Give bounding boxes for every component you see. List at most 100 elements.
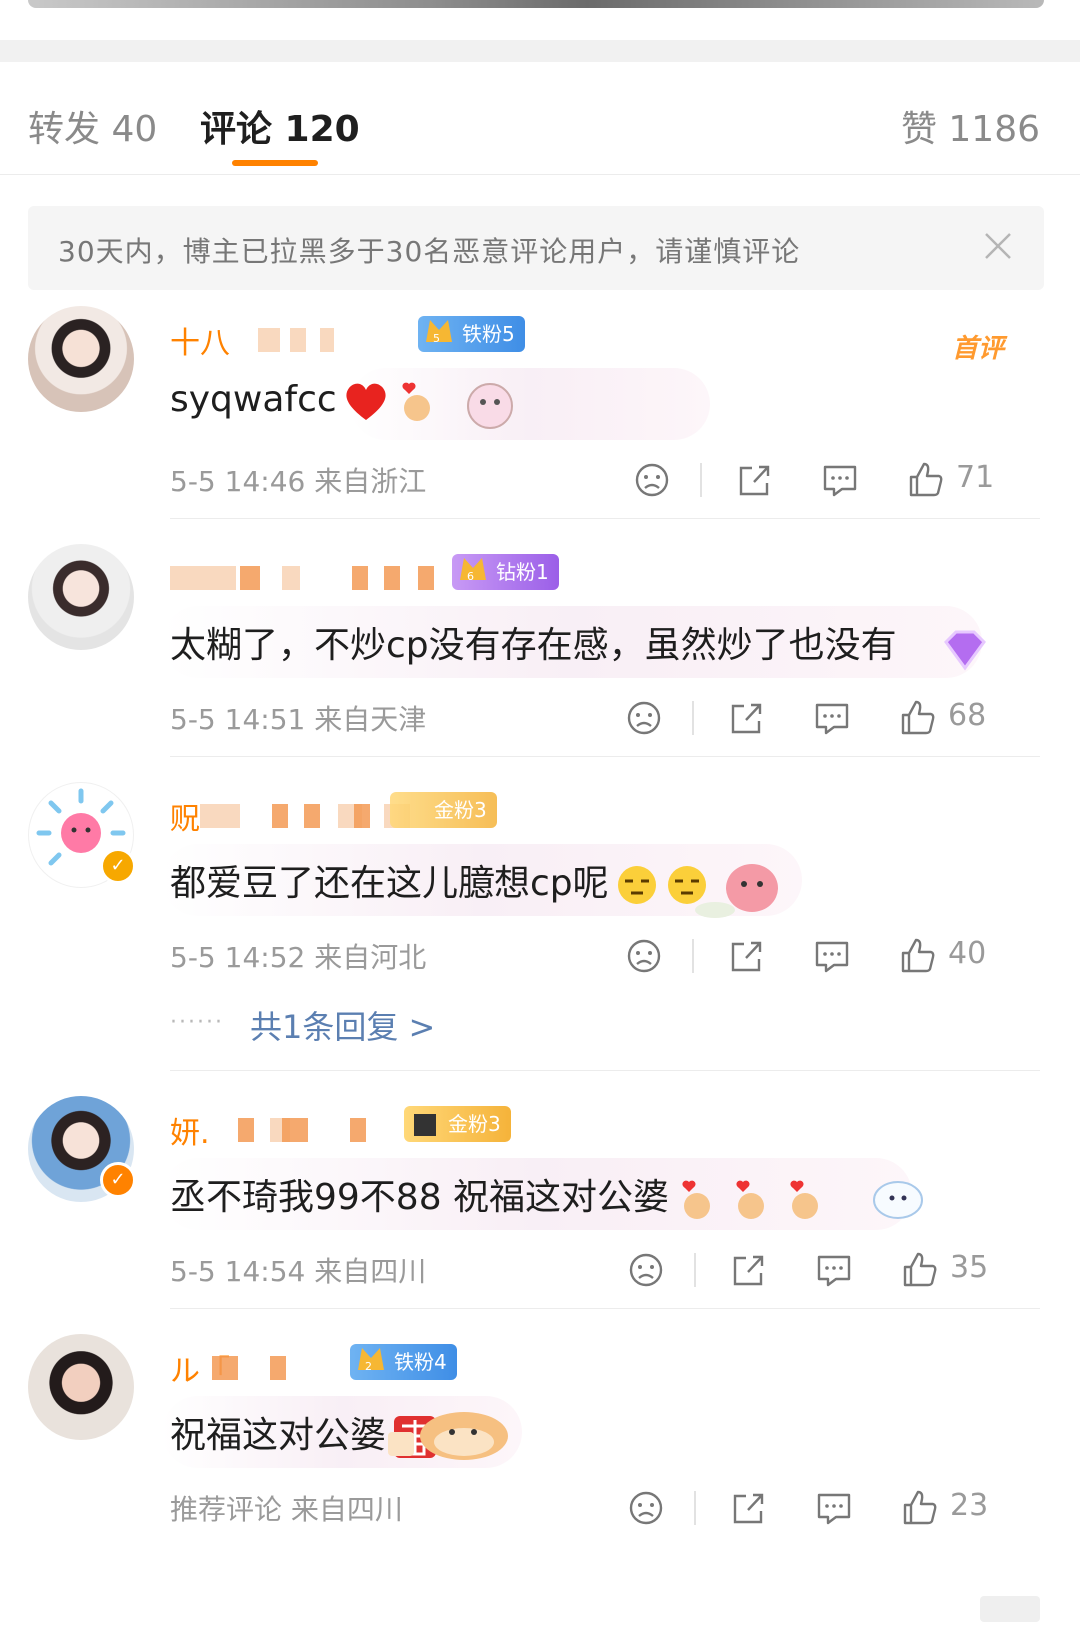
share-icon[interactable] (732, 458, 776, 502)
svg-text:5: 5 (433, 332, 440, 345)
comment-item: ル「 2 铁粉4 祝福这对公婆 推荐评论 来自四川 23 (0, 1334, 1080, 1548)
username[interactable]: 十八 (170, 318, 230, 362)
username-row: 6 钻粉1 (170, 554, 870, 598)
comment-actions: 68 (622, 696, 1002, 740)
comment-divider (170, 1070, 1040, 1071)
reply-icon[interactable] (810, 934, 854, 978)
avatar[interactable] (28, 544, 134, 650)
share-icon[interactable] (726, 1248, 770, 1292)
sleepy-face-icon (617, 866, 656, 904)
thumbs-up-icon[interactable] (896, 934, 940, 978)
fan-level-icon: 6 (460, 558, 486, 583)
fan-badge: 6 钻粉1 (452, 554, 559, 590)
comment-content: syqwafcc (170, 368, 1050, 440)
comment-text: 丞不琦我99不88 祝福这对公婆 (170, 1168, 823, 1222)
comment-actions: 35 (624, 1248, 1004, 1292)
fan-badge-label: 铁粉5 (462, 322, 515, 346)
fan-level-icon: 5 (426, 320, 452, 345)
first-comment-tag: 首评 (951, 334, 1004, 364)
comment-meta: 5-5 14:46 来自浙江 71 (170, 458, 1050, 502)
dislike-icon[interactable] (622, 696, 666, 740)
shiba-bread-sticker-icon (388, 1412, 508, 1460)
divider (700, 463, 702, 497)
thumbs-up-icon[interactable] (904, 458, 948, 502)
comment-divider (170, 1308, 1040, 1309)
timestamp-location: 推荐评论 来自四川 (170, 1493, 403, 1526)
notice-text: 30天内，博主已拉黑多于30名恶意评论用户，请谨慎评论 (58, 235, 801, 268)
reply-icon[interactable] (812, 1248, 856, 1292)
comment-item: 十八 5 铁粉5 首评 syqwafcc 5-5 14:46 来自浙江 71 (0, 306, 1080, 520)
divider (692, 939, 694, 973)
comment-text: 都爱豆了还在这儿臆想cp呢 (170, 854, 709, 907)
reply-icon[interactable] (812, 1486, 856, 1530)
finger-heart-icon (790, 1180, 819, 1219)
thumbs-up-icon[interactable] (896, 696, 940, 740)
comment-meta: 5-5 14:54 来自四川 35 (170, 1248, 1050, 1292)
username-row: 妍. 金粉3 (170, 1106, 870, 1152)
view-replies-link[interactable]: 共1条回复 > (250, 1002, 435, 1048)
timestamp-location: 5-5 14:51 来自天津 (170, 703, 427, 736)
like-count: 40 (948, 936, 987, 971)
watermark-strip (980, 1596, 1040, 1622)
reply-dots: ······ (170, 1010, 224, 1035)
comment-actions: 23 (624, 1486, 1004, 1530)
comment-meta: 5-5 14:52 来自河北 40 (170, 934, 1050, 978)
verified-badge-icon: ✓ (100, 1162, 136, 1198)
thumbs-up-icon[interactable] (898, 1248, 942, 1292)
avatar[interactable]: ✓ (28, 1096, 136, 1202)
timestamp-location: 5-5 14:54 来自四川 (170, 1255, 427, 1288)
finger-heart-icon (736, 1180, 765, 1219)
red-heart-icon (346, 383, 386, 420)
tab-likes[interactable]: 赞 1186 (901, 100, 1040, 152)
timestamp-location: 5-5 14:46 来自浙江 (170, 465, 427, 498)
comment-content: 祝福这对公婆 (162, 1396, 1050, 1468)
comment-text: 太糊了，不炒cp没有存在感，虽然炒了也没有 (170, 625, 897, 666)
finger-heart-icon (402, 382, 430, 421)
like-count: 23 (950, 1488, 989, 1523)
dislike-icon[interactable] (622, 934, 666, 978)
cinnamoroll-sticker-icon (873, 1181, 923, 1219)
comment-item: 6 钻粉1 太糊了，不炒cp没有存在感，虽然炒了也没有 5-5 14:51 来自… (0, 544, 1080, 758)
username[interactable]: 贶 (170, 794, 200, 838)
thumbs-up-icon[interactable] (898, 1486, 942, 1530)
reply-icon[interactable] (810, 696, 854, 740)
comment-content: 丞不琦我99不88 祝福这对公婆 (162, 1158, 1050, 1230)
diamond-icon (944, 630, 986, 671)
svg-text:6: 6 (467, 570, 474, 583)
dislike-icon[interactable] (624, 1486, 668, 1530)
comment-content: 太糊了，不炒cp没有存在感，虽然炒了也没有 (162, 606, 1050, 678)
avatar[interactable] (28, 1334, 134, 1440)
post-image-bottom-edge (28, 0, 1044, 8)
loopy-sticker-icon (695, 864, 778, 918)
fan-badge-label: 金粉3 (448, 1112, 501, 1136)
section-gap (0, 40, 1080, 62)
post-tabs: 转发 40 评论 120 赞 1186 (0, 62, 1080, 175)
fan-badge-label: 金粉3 (434, 798, 487, 822)
fan-level-icon: 2 (358, 1348, 384, 1373)
username-row: 贶 金粉3 (170, 792, 870, 838)
tab-comments[interactable]: 评论 120 (200, 100, 360, 152)
comment-meta: 5-5 14:51 来自天津 68 (170, 696, 1050, 740)
comment-text: syqwafcc (170, 378, 435, 424)
fan-badge: 金粉3 (404, 1106, 511, 1142)
share-icon[interactable] (724, 934, 768, 978)
like-count: 71 (956, 460, 995, 495)
fan-badge-label: 铁粉4 (394, 1350, 447, 1374)
comment-content: 都爱豆了还在这儿臆想cp呢 (162, 844, 1050, 918)
like-count: 35 (950, 1250, 989, 1285)
dislike-icon[interactable] (630, 458, 674, 502)
finger-heart-icon (682, 1180, 711, 1219)
avatar[interactable] (28, 306, 134, 412)
close-icon[interactable] (978, 226, 1018, 266)
dislike-icon[interactable] (624, 1248, 668, 1292)
comment-actions: 40 (622, 934, 1002, 978)
share-icon[interactable] (726, 1486, 770, 1530)
avatar[interactable]: ✓ (28, 782, 136, 888)
comment-divider (170, 518, 1040, 519)
username-row: 十八 5 铁粉5 首评 (170, 316, 1004, 364)
reply-icon[interactable] (818, 458, 862, 502)
divider (694, 1491, 696, 1525)
tab-forward[interactable]: 转发 40 (28, 100, 157, 152)
share-icon[interactable] (724, 696, 768, 740)
username[interactable]: 妍. (170, 1108, 210, 1152)
